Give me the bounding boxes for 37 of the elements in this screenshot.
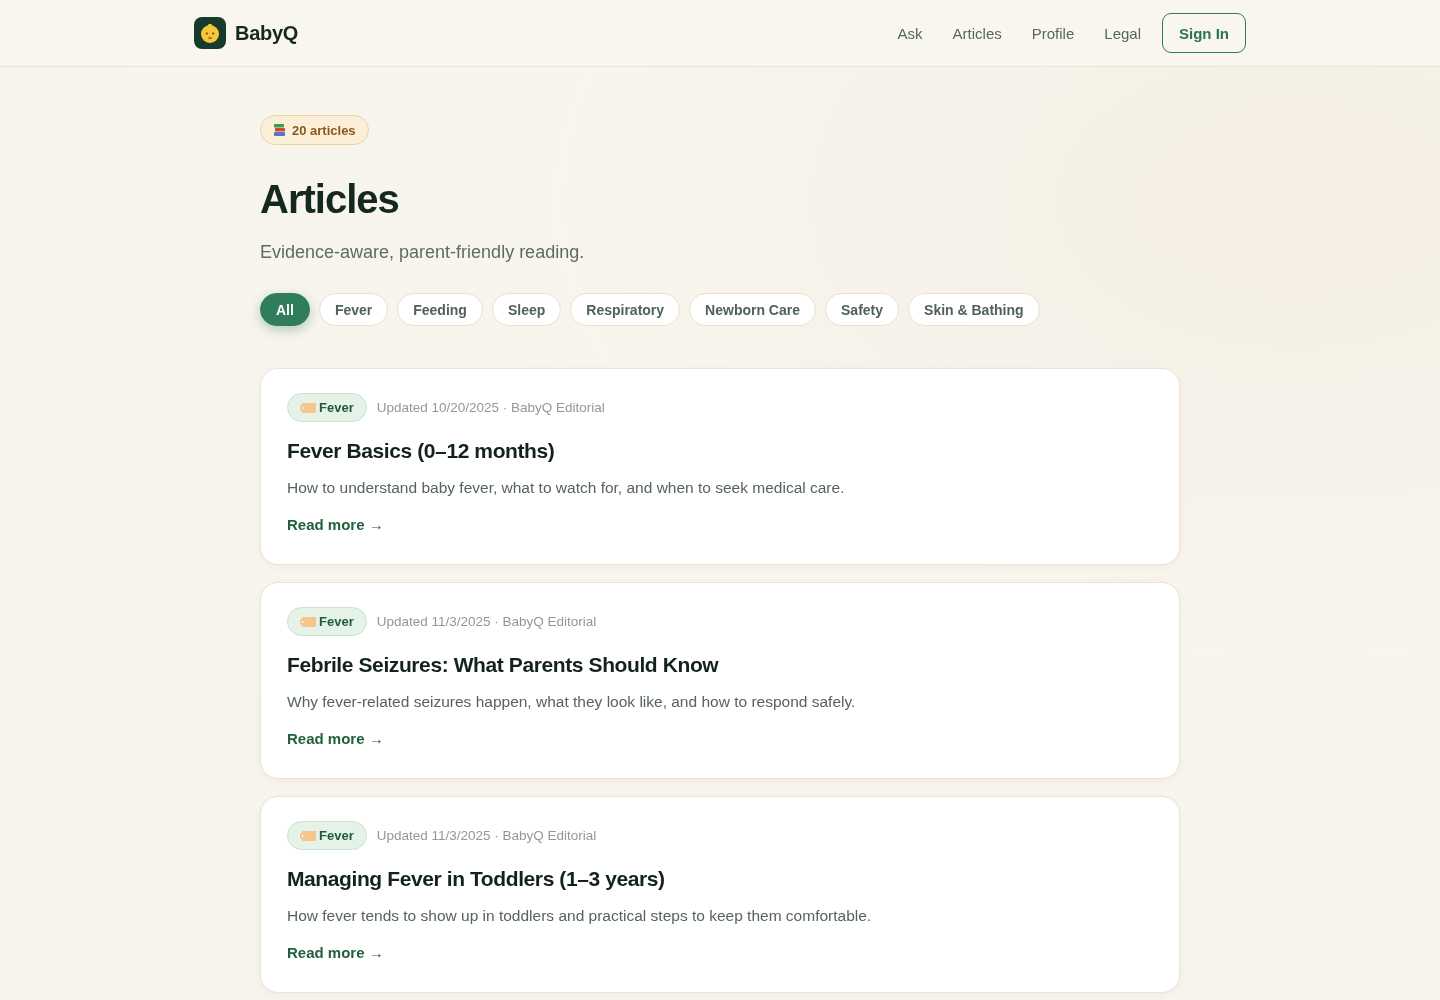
article-title: Fever Basics (0–12 months) bbox=[287, 438, 556, 464]
article-meta: Updated 11/3/2025 · BabyQ Editorial bbox=[376, 828, 597, 843]
read-more-link[interactable]: Read more → bbox=[287, 730, 384, 747]
label-tag-icon bbox=[300, 616, 316, 627]
nav-link[interactable]: Profile bbox=[1020, 16, 1086, 50]
label-tag-icon bbox=[300, 830, 316, 841]
filter-chip[interactable]: Respiratory bbox=[570, 293, 681, 326]
category-label: Fever bbox=[319, 828, 354, 843]
article-summary: How fever tends to show up in toddlers and practical steps to keep them comfortable. bbox=[287, 906, 873, 926]
article-summary: Why fever-related seizures happen, what they look like, and how to respond safely. bbox=[287, 692, 857, 712]
article-summary: How to understand baby fever, what to watch for, and when to seek medical care. bbox=[287, 478, 846, 498]
filter-chip[interactable]: All bbox=[260, 293, 310, 326]
category-label: Fever bbox=[319, 614, 354, 629]
filter-chip[interactable]: Feeding bbox=[397, 293, 483, 326]
article-title: Managing Fever in Toddlers (1–3 years) bbox=[287, 866, 666, 892]
brand-name: BabyQ bbox=[235, 21, 298, 45]
article-count: 20 articles bbox=[292, 122, 356, 138]
category-label: Fever bbox=[319, 400, 354, 415]
filter-chip[interactable]: Skin & Bathing bbox=[908, 293, 1040, 326]
filter-chip[interactable]: Newborn Care bbox=[689, 293, 816, 326]
filter-chip[interactable]: Safety bbox=[825, 293, 900, 326]
nav-link[interactable]: Ask bbox=[886, 16, 934, 50]
filter-chip[interactable]: Fever bbox=[318, 293, 389, 326]
filter-chip[interactable]: Sleep bbox=[491, 293, 562, 326]
sign-in-button[interactable]: Sign In bbox=[1162, 13, 1246, 53]
nav-link[interactable]: Articles bbox=[941, 16, 1013, 50]
label-tag-icon bbox=[300, 402, 316, 413]
books-icon bbox=[273, 123, 287, 137]
nav-link[interactable]: Legal bbox=[1093, 16, 1152, 50]
read-more-link[interactable]: Read more → bbox=[287, 944, 384, 961]
article-meta: Updated 10/20/2025 · BabyQ Editorial bbox=[376, 400, 605, 415]
page-title: Articles bbox=[260, 176, 400, 223]
article-title: Febrile Seizures: What Parents Should Know bbox=[287, 652, 720, 678]
article-meta: Updated 11/3/2025 · BabyQ Editorial bbox=[376, 614, 597, 629]
page-subtitle: Evidence-aware, parent-friendly reading. bbox=[260, 242, 586, 263]
baby-face-logo-icon bbox=[194, 17, 226, 49]
read-more-link[interactable]: Read more → bbox=[287, 516, 384, 533]
